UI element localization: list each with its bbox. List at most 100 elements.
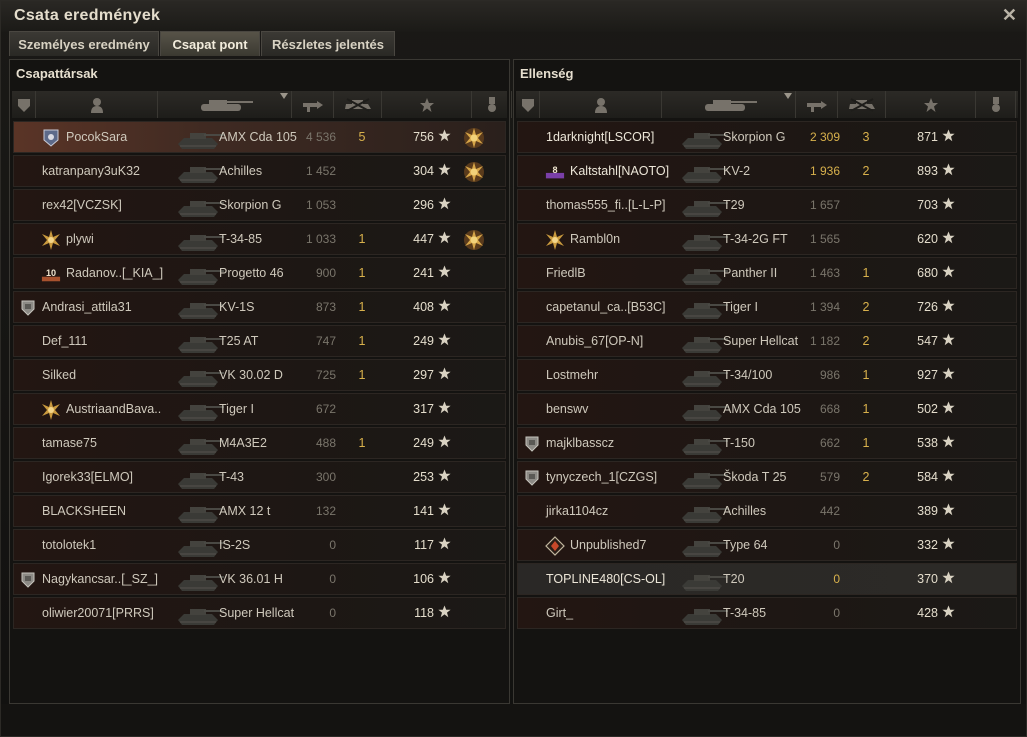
tank-name: T-34-85 xyxy=(219,232,263,246)
player-row[interactable]: TOPLINE480[CS-OL] T20 0 370 xyxy=(517,563,1017,595)
player-row[interactable]: Lostmehr T-34/100 986 1 927 xyxy=(517,359,1017,391)
xp-value: 408 xyxy=(413,300,434,314)
player-name[interactable]: thomas555_fi..[L-L-P] xyxy=(546,198,666,212)
player-name[interactable]: Radanov..[_KIA_] xyxy=(66,266,163,280)
allies-col-medal[interactable] xyxy=(472,91,512,118)
player-row[interactable]: totolotek1 IS-2S 0 117 xyxy=(13,529,506,561)
player-name[interactable]: Kaltstahl[NAOTO] xyxy=(570,164,669,178)
player-name[interactable]: AustriaandBava.. xyxy=(66,402,161,416)
allies-col-kills[interactable] xyxy=(334,91,382,118)
player-row[interactable]: capetanul_ca..[B53C] Tiger I 1 394 2 726 xyxy=(517,291,1017,323)
player-row[interactable]: FriedlB Panther II 1 463 1 680 xyxy=(517,257,1017,289)
allies-col-xp-star[interactable] xyxy=(382,91,472,118)
player-name[interactable]: benswv xyxy=(546,402,588,416)
player-name[interactable]: Nagykancsar..[_SZ_] xyxy=(42,572,158,586)
player-name[interactable]: PocokSara xyxy=(66,130,127,144)
player-name[interactable]: Anubis_67[OP-N] xyxy=(546,334,643,348)
player-row[interactable]: Def_111 T25 AT 747 1 249 xyxy=(13,325,506,357)
player-name[interactable]: 1darknight[LSCOR] xyxy=(546,130,654,144)
xp-star-icon xyxy=(438,503,451,516)
enemies-col-tank[interactable] xyxy=(662,91,796,118)
player-name[interactable]: majklbasscz xyxy=(546,436,614,450)
allies-col-player[interactable] xyxy=(36,91,158,118)
player-row[interactable]: 1darknight[LSCOR] Skorpion G 2 309 3 871 xyxy=(517,121,1017,153)
player-row[interactable]: Andrasi_attila31 KV-1S 873 1 408 xyxy=(13,291,506,323)
damage-value: 1 033 xyxy=(305,232,336,246)
allies-col-damage[interactable] xyxy=(292,91,334,118)
player-name[interactable]: Igorek33[ELMO] xyxy=(42,470,133,484)
battle-results-window: Csata eredmények ✕ Személyes eredmény Cs… xyxy=(0,0,1027,737)
player-row[interactable]: jirka1104cz Achilles 442 389 xyxy=(517,495,1017,527)
tank-name: M4A3E2 xyxy=(219,436,267,450)
player-row[interactable]: Unpublished7 Type 64 0 332 xyxy=(517,529,1017,561)
player-row[interactable]: Silked VK 30.02 D 725 1 297 xyxy=(13,359,506,391)
player-row[interactable]: Girt_ T-34-85 0 428 xyxy=(517,597,1017,629)
player-row[interactable]: rex42[VCZSK] Skorpion G 1 053 296 xyxy=(13,189,506,221)
player-name[interactable]: Rambl0n xyxy=(570,232,620,246)
player-row[interactable]: benswv AMX Cda 105 668 1 502 xyxy=(517,393,1017,425)
allies-col-squad[interactable] xyxy=(12,91,36,118)
player-name[interactable]: capetanul_ca..[B53C] xyxy=(546,300,666,314)
player-row[interactable]: thomas555_fi..[L-L-P] T29 1 657 703 xyxy=(517,189,1017,221)
player-name[interactable]: Lostmehr xyxy=(546,368,598,382)
player-row[interactable]: oliwier20071[PRRS] Super Hellcat 0 118 xyxy=(13,597,506,629)
enemies-col-medal[interactable] xyxy=(976,91,1016,118)
close-icon[interactable]: ✕ xyxy=(1002,5,1017,26)
player-name[interactable]: jirka1104cz xyxy=(546,504,608,518)
tank-silhouette-icon xyxy=(178,133,224,149)
tank-name: AMX Cda 105 xyxy=(723,402,801,416)
tank-name: Achilles xyxy=(723,504,767,518)
player-row[interactable]: Anubis_67[OP-N] Super Hellcat 1 182 2 547 xyxy=(517,325,1017,357)
player-row[interactable]: 10 Radanov..[_KIA_] Progetto 46 900 1 241 xyxy=(13,257,506,289)
player-name[interactable]: rex42[VCZSK] xyxy=(42,198,122,212)
enemies-col-xp-star[interactable] xyxy=(886,91,976,118)
xp-star-icon xyxy=(438,197,451,210)
player-name[interactable]: plywi xyxy=(66,232,94,246)
player-row[interactable]: plywi T-34-85 1 033 1 447 xyxy=(13,223,506,255)
xp-star-icon xyxy=(942,537,955,550)
player-name[interactable]: FriedlB xyxy=(546,266,586,280)
xp-star-icon xyxy=(942,231,955,244)
enemies-col-player[interactable] xyxy=(540,91,662,118)
tab-personal[interactable]: Személyes eredmény xyxy=(9,31,159,56)
player-name[interactable]: Silked xyxy=(42,368,76,382)
player-row[interactable]: Igorek33[ELMO] T-43 300 253 xyxy=(13,461,506,493)
xp-star-icon xyxy=(942,605,955,618)
tab-detailed[interactable]: Részletes jelentés xyxy=(261,31,395,56)
player-row[interactable]: AustriaandBava.. Tiger I 672 317 xyxy=(13,393,506,425)
player-row[interactable]: katranpany3uK32 Achilles 1 452 304 xyxy=(13,155,506,187)
player-name[interactable]: Unpublished7 xyxy=(570,538,646,552)
medal-icon xyxy=(464,162,484,182)
tab-team[interactable]: Csapat pont xyxy=(160,31,260,56)
player-name[interactable]: Andrasi_attila31 xyxy=(42,300,132,314)
enemies-col-kills[interactable] xyxy=(838,91,886,118)
player-name[interactable]: oliwier20071[PRRS] xyxy=(42,606,154,620)
allies-col-tank[interactable] xyxy=(158,91,292,118)
xp-star-icon xyxy=(438,265,451,278)
kills-value: 1 xyxy=(358,266,366,280)
tank-silhouette-icon xyxy=(682,439,728,455)
player-row[interactable]: tamase75 M4A3E2 488 1 249 xyxy=(13,427,506,459)
enemies-col-squad[interactable] xyxy=(516,91,540,118)
player-name[interactable]: TOPLINE480[CS-OL] xyxy=(546,572,665,586)
enemies-header xyxy=(516,91,1018,118)
player-name[interactable]: tamase75 xyxy=(42,436,97,450)
player-name[interactable]: BLACKSHEEN xyxy=(42,504,126,518)
player-row[interactable]: tynyczech_1[CZGS] Škoda T 25 579 2 584 xyxy=(517,461,1017,493)
squad-icon xyxy=(521,98,534,112)
tank-silhouette-icon xyxy=(178,439,224,455)
enemies-col-damage[interactable] xyxy=(796,91,838,118)
player-name[interactable]: katranpany3uK32 xyxy=(42,164,140,178)
player-name[interactable]: Def_111 xyxy=(42,334,87,348)
player-row[interactable]: PocokSara AMX Cda 105 4 536 5 756 xyxy=(13,121,506,153)
player-row[interactable]: Rambl0n T-34-2G FT 1 565 620 xyxy=(517,223,1017,255)
player-name[interactable]: totolotek1 xyxy=(42,538,96,552)
medal-icon xyxy=(464,230,484,250)
player-row[interactable]: Nagykancsar..[_SZ_] VK 36.01 H 0 106 xyxy=(13,563,506,595)
player-name[interactable]: tynyczech_1[CZGS] xyxy=(546,470,657,484)
player-name[interactable]: Girt_ xyxy=(546,606,573,620)
xp-value: 447 xyxy=(413,232,434,246)
player-row[interactable]: BLACKSHEEN AMX 12 t 132 141 xyxy=(13,495,506,527)
player-row[interactable]: 8 Kaltstahl[NAOTO] KV-2 1 936 2 893 xyxy=(517,155,1017,187)
player-row[interactable]: majklbasscz T-150 662 1 538 xyxy=(517,427,1017,459)
